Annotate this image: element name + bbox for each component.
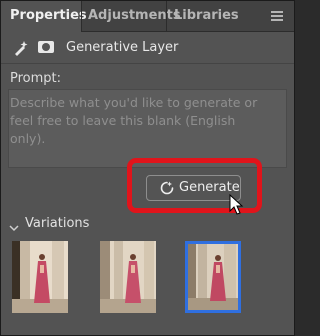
tab-libraries[interactable]: Libraries [166, 1, 239, 31]
tab-adjustments[interactable]: Adjustments [81, 1, 181, 31]
layer-header: Generative Layer [1, 32, 294, 64]
panel-tab-bar: Properties Adjustments Libraries [1, 1, 294, 32]
variation-thumbnail-2[interactable] [100, 241, 156, 313]
generate-icon [159, 180, 175, 196]
generative-layer-icon [13, 40, 29, 56]
prompt-placeholder: Describe what you'd like to generate or … [10, 95, 258, 146]
tab-properties[interactable]: Properties [1, 1, 87, 32]
properties-panel: Properties Adjustments Libraries Generat… [0, 0, 295, 336]
chevron-down-icon[interactable] [8, 218, 20, 232]
generate-button-label: Generate [179, 180, 240, 195]
variations-label: Variations [25, 216, 90, 231]
variation-thumbnail-3[interactable] [185, 241, 241, 313]
generate-button[interactable]: Generate [146, 175, 241, 201]
variation-thumbnail-1[interactable] [12, 241, 68, 313]
panel-menu-icon[interactable] [271, 11, 283, 21]
layer-title: Generative Layer [66, 40, 179, 55]
mask-icon [38, 41, 54, 53]
prompt-label: Prompt: [10, 71, 62, 86]
mouse-cursor-icon [229, 193, 245, 216]
